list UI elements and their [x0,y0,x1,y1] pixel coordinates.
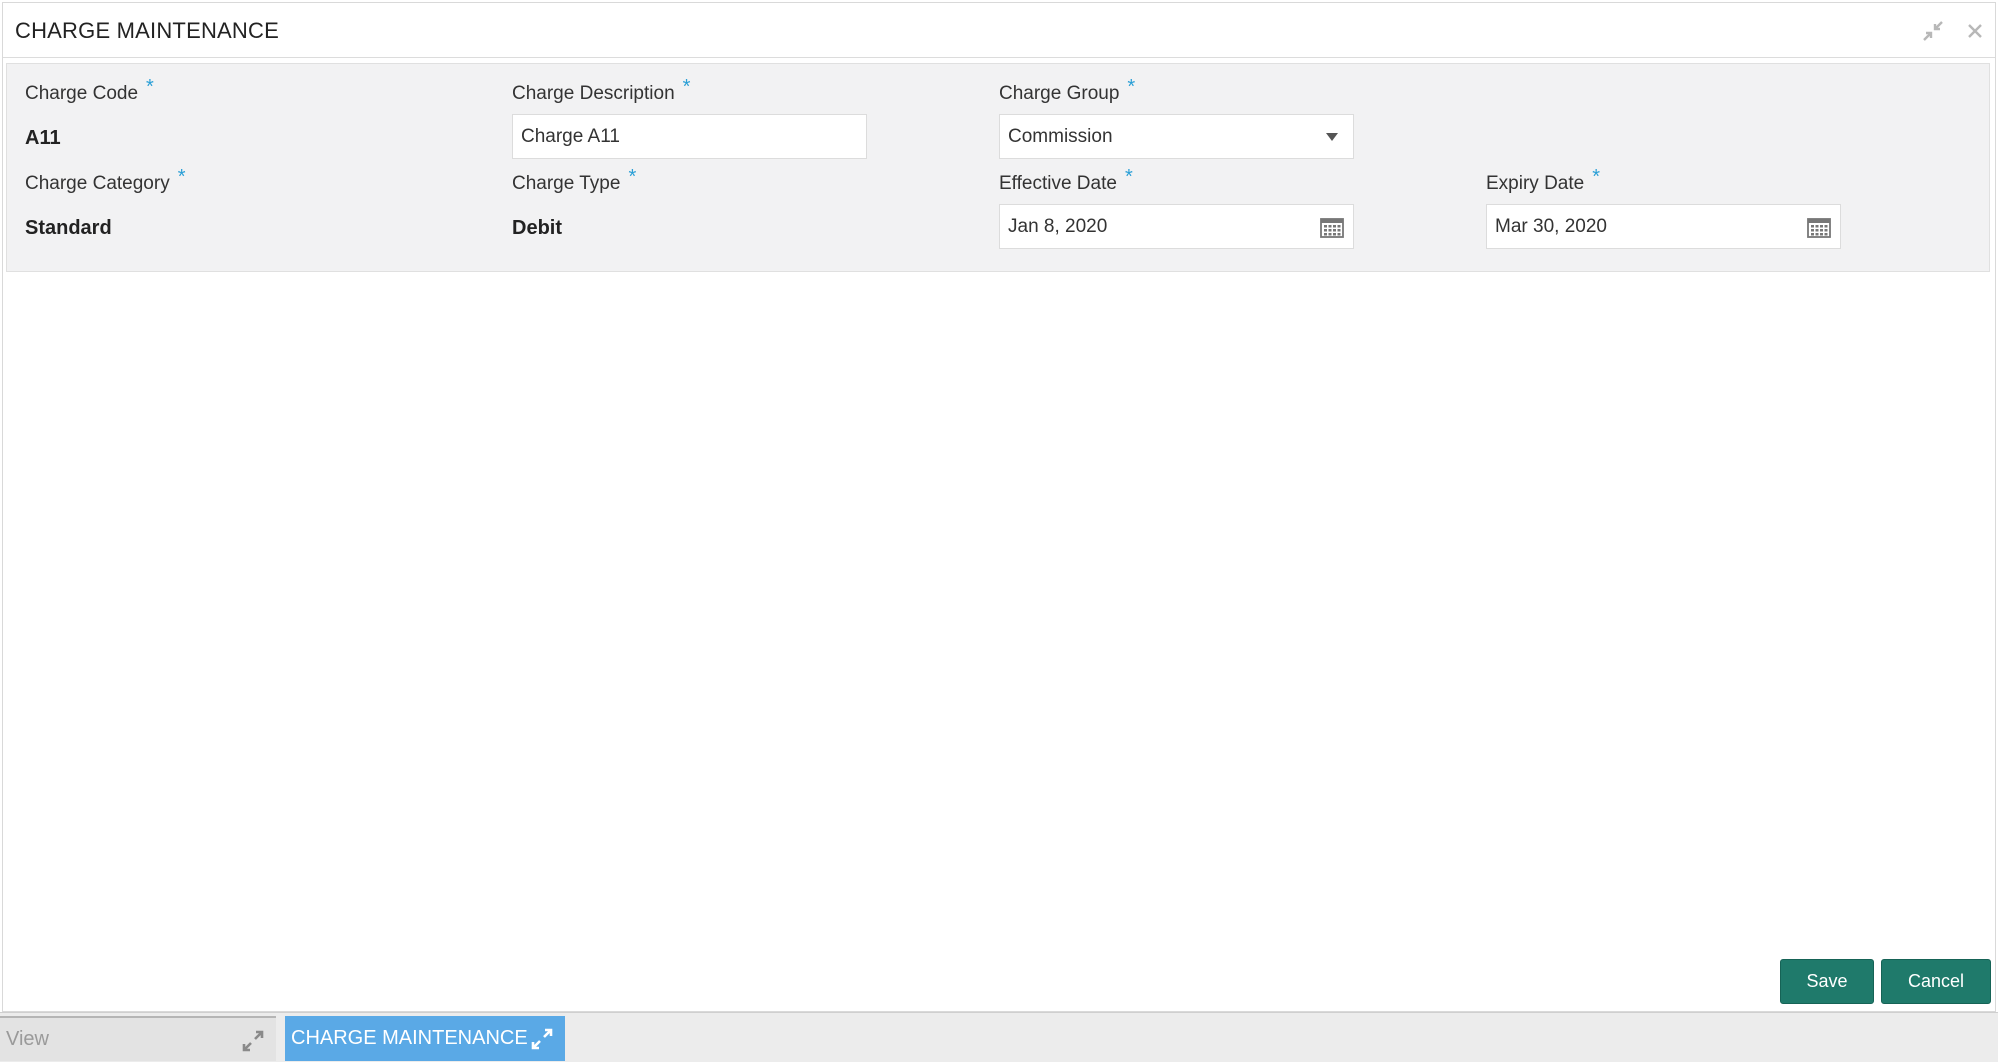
expand-arrows-icon[interactable] [240,1028,266,1054]
charge-category-value: Standard [25,217,112,239]
charge-description-input-value: Charge A11 [521,126,620,147]
title-bar: CHARGE MAINTENANCE [3,3,1995,58]
expiry-date-field: Expiry Date * [1486,166,1600,195]
charge-type-field: Charge Type * Debit [512,166,636,240]
charge-type-label-text: Charge Type [512,173,621,194]
effective-date-label-text: Effective Date [999,173,1117,194]
charge-group-selected-value: Commission [1008,126,1113,147]
expiry-date-input[interactable]: Mar 30, 2020 [1486,204,1841,249]
charge-code-label-text: Charge Code [25,83,139,104]
expiry-date-value: Mar 30, 2020 [1495,216,1607,237]
dropdown-caret-icon[interactable] [1319,125,1345,149]
cancel-button[interactable]: Cancel [1881,959,1991,1004]
taskbar-item-charge-maintenance[interactable]: CHARGE MAINTENANCE [285,1016,565,1061]
charge-category-label: Charge Category * [25,166,186,195]
required-marker: * [1124,166,1133,188]
taskbar-item-label: CHARGE MAINTENANCE [291,1027,528,1049]
close-icon[interactable] [1963,19,1987,43]
calendar-icon[interactable] [1806,215,1832,239]
expiry-date-label-text: Expiry Date [1486,173,1585,194]
window-title: CHARGE MAINTENANCE [15,18,279,43]
taskbar-item-label: View [6,1028,49,1050]
charge-description-label: Charge Description * [512,76,690,105]
charge-type-label: Charge Type * [512,166,636,195]
window-controls [1921,19,1987,43]
charge-type-value: Debit [512,217,562,239]
minimize-arrows-icon[interactable] [1921,19,1945,43]
calendar-icon[interactable] [1319,215,1345,239]
charge-code-label: Charge Code * [25,76,154,105]
save-button[interactable]: Save [1780,959,1874,1004]
charge-description-field: Charge Description * [512,76,690,105]
effective-date-value: Jan 8, 2020 [1008,216,1108,237]
charge-group-label-text: Charge Group [999,83,1120,104]
charge-description-label-text: Charge Description [512,83,675,104]
required-marker: * [146,76,154,98]
charge-group-label: Charge Group * [999,76,1135,105]
charge-form-panel: Charge Code * A11 Charge Description * Cha… [6,63,1990,272]
required-marker: * [682,76,691,98]
required-marker: * [1592,166,1600,188]
effective-date-field: Effective Date * [999,166,1133,195]
charge-code-field: Charge Code * A11 [25,76,154,150]
taskbar: View CHARGE MAINTENANCE [0,1012,1998,1062]
charge-group-select[interactable]: Commission [999,114,1354,159]
charge-description-input[interactable]: Charge A11 [512,114,867,159]
required-marker: * [177,166,186,188]
charge-code-value: A11 [25,127,61,149]
required-marker: * [1127,76,1136,98]
effective-date-input[interactable]: Jan 8, 2020 [999,204,1354,249]
effective-date-label: Effective Date * [999,166,1133,195]
taskbar-item-view[interactable]: View [0,1016,276,1061]
required-marker: * [628,166,637,188]
charge-category-label-text: Charge Category [25,173,170,194]
expand-arrows-icon[interactable] [529,1026,555,1052]
charge-group-field: Charge Group * [999,76,1135,105]
expiry-date-label: Expiry Date * [1486,166,1600,195]
charge-category-field: Charge Category * Standard [25,166,186,240]
